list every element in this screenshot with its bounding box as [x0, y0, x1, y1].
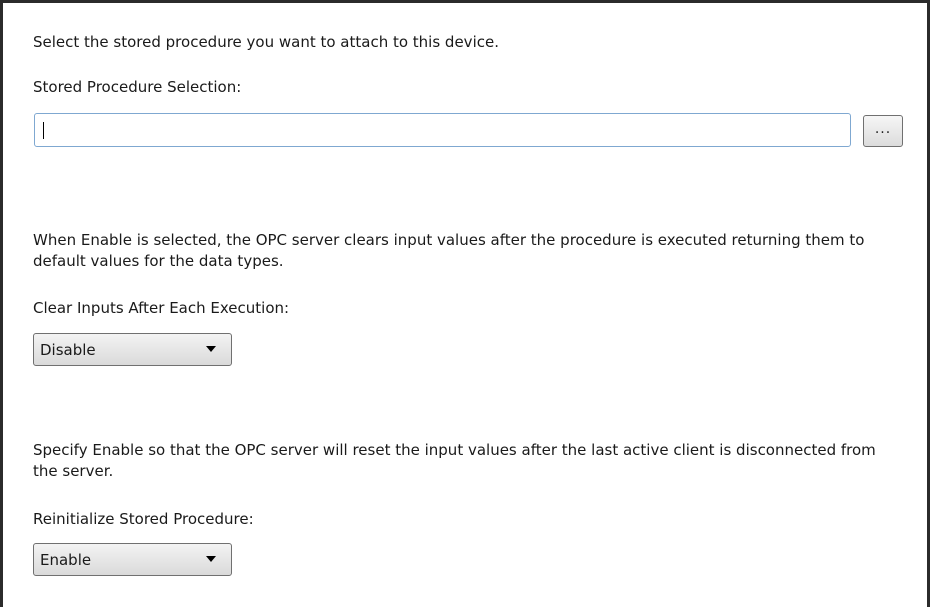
clear-inputs-dropdown[interactable]: Disable	[33, 333, 232, 366]
browse-button[interactable]: ...	[863, 115, 903, 147]
reinitialize-selected: Enable	[40, 551, 92, 569]
chevron-down-icon	[206, 556, 216, 562]
stored-procedure-label: Stored Procedure Selection:	[33, 78, 242, 96]
clear-inputs-description: When Enable is selected, the OPC server …	[33, 231, 865, 270]
text-caret	[43, 122, 44, 139]
clear-inputs-selected: Disable	[40, 341, 96, 359]
reinitialize-label: Reinitialize Stored Procedure:	[33, 510, 254, 528]
stored-procedure-description: Select the stored procedure you want to …	[33, 33, 499, 51]
clear-inputs-label: Clear Inputs After Each Execution:	[33, 299, 290, 317]
reinitialize-dropdown[interactable]: Enable	[33, 543, 232, 576]
reinitialize-description: Specify Enable so that the OPC server wi…	[33, 441, 876, 480]
stored-procedure-input[interactable]	[34, 113, 851, 147]
chevron-down-icon	[206, 346, 216, 352]
